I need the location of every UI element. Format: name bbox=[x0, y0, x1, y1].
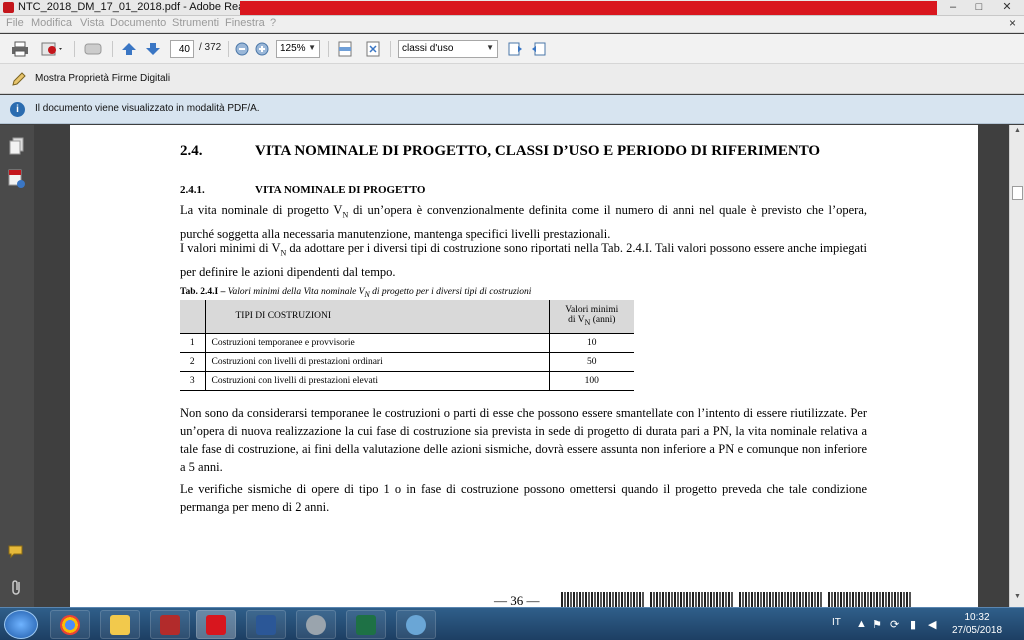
folder-icon bbox=[110, 615, 130, 635]
navigation-panel bbox=[0, 125, 34, 607]
taskbar-word[interactable] bbox=[246, 610, 286, 639]
language-indicator[interactable]: IT bbox=[832, 617, 841, 628]
table-row: 1 Costruzioni temporanee e provvisorie 1… bbox=[180, 333, 634, 353]
scrollbar-thumb[interactable] bbox=[1012, 186, 1023, 200]
signatures-bar: Mostra Proprietà Firme Digitali bbox=[0, 64, 1024, 94]
vertical-scrollbar[interactable]: ▲ ▼ bbox=[1009, 125, 1024, 607]
paint-icon bbox=[406, 615, 426, 635]
title-bar: NTC_2018_DM_17_01_2018.pdf - Adobe Reade… bbox=[0, 0, 1024, 16]
page-number-input[interactable] bbox=[170, 40, 194, 58]
hand-tool-icon[interactable] bbox=[82, 40, 104, 58]
menu-modifica[interactable]: Modifica bbox=[31, 17, 72, 29]
paragraph-3: Non sono da considerarsi temporanee le c… bbox=[180, 406, 867, 474]
zoom-select[interactable]: 125% ▼ bbox=[276, 40, 320, 58]
barcode bbox=[828, 592, 912, 607]
print-icon[interactable] bbox=[10, 40, 30, 58]
tray-sync-icon[interactable]: ⟳ bbox=[890, 618, 899, 631]
tray-volume-icon[interactable]: ◀ bbox=[928, 618, 936, 631]
table-caption: Tab. 2.4.I – Valori minimi della Vita no… bbox=[180, 287, 532, 299]
page-number-footer: — 36 — bbox=[494, 593, 540, 607]
document-view[interactable]: 2.4. VITA NOMINALE DI PROGETTO, CLASSI D… bbox=[34, 125, 1009, 607]
taskbar-excel[interactable] bbox=[346, 610, 386, 639]
info-icon: i bbox=[10, 102, 25, 117]
clock[interactable]: 10:32 27/05/2018 bbox=[947, 611, 1007, 637]
table-header-value: Valori minimi di VN (anni) bbox=[549, 300, 634, 334]
table-row: 3 Costruzioni con livelli di prestazioni… bbox=[180, 371, 634, 391]
taskbar-chrome[interactable] bbox=[50, 610, 90, 639]
find-select[interactable]: classi d'uso ▼ bbox=[398, 40, 498, 58]
pen-icon[interactable] bbox=[11, 71, 27, 87]
media-icon bbox=[160, 615, 180, 635]
menu-documento[interactable]: Documento bbox=[110, 17, 166, 29]
tray-flag-icon[interactable]: ⚑ bbox=[872, 618, 882, 631]
share-dropdown-icon[interactable] bbox=[40, 40, 66, 58]
barcode bbox=[739, 592, 823, 607]
taskbar-media[interactable] bbox=[150, 610, 190, 639]
attachments-panel-icon[interactable] bbox=[8, 169, 26, 188]
next-page-icon[interactable] bbox=[144, 40, 162, 58]
taskbar-pro[interactable] bbox=[296, 610, 336, 639]
minimize-button[interactable]: – bbox=[940, 0, 966, 15]
find-previous-icon[interactable] bbox=[506, 40, 524, 58]
previous-page-icon[interactable] bbox=[120, 40, 138, 58]
menu-finestra[interactable]: Finestra bbox=[225, 17, 265, 29]
word-icon bbox=[256, 615, 276, 635]
table-header-blank bbox=[180, 300, 205, 334]
subsection-number: 2.4.1. bbox=[180, 184, 205, 196]
app-icon bbox=[306, 615, 326, 635]
section-title: VITA NOMINALE DI PROGETTO, CLASSI D’USO … bbox=[255, 143, 821, 159]
find-value: classi d'uso bbox=[402, 43, 454, 54]
close-window-button[interactable]: ✕ bbox=[992, 0, 1022, 15]
menu-file[interactable]: File bbox=[6, 17, 24, 29]
zoom-in-icon[interactable] bbox=[254, 40, 270, 58]
fit-page-icon[interactable] bbox=[364, 40, 382, 58]
pdf-page: 2.4. VITA NOMINALE DI PROGETTO, CLASSI D… bbox=[70, 125, 978, 607]
fit-width-icon[interactable] bbox=[336, 40, 354, 58]
chrome-icon bbox=[60, 615, 80, 635]
service-life-table: TIPI DI COSTRUZIONI Valori minimi di VN (… bbox=[180, 300, 634, 391]
main-toolbar: / 372 125% ▼ classi d'uso ▼ bbox=[0, 34, 1024, 64]
title-highlight bbox=[240, 1, 937, 15]
adobe-reader-icon bbox=[206, 615, 226, 635]
zoom-value: 125% bbox=[280, 43, 306, 54]
page-total: / 372 bbox=[199, 42, 222, 53]
table-row: 2 Costruzioni con livelli di prestazioni… bbox=[180, 352, 634, 372]
zoom-out-icon[interactable] bbox=[234, 40, 250, 58]
comments-panel-icon[interactable] bbox=[8, 545, 26, 563]
tray-network-icon[interactable]: ▮ bbox=[910, 618, 916, 631]
find-next-icon[interactable] bbox=[530, 40, 548, 58]
window-title: NTC_2018_DM_17_01_2018.pdf - Adobe Reade… bbox=[18, 1, 261, 13]
close-document-icon[interactable]: × bbox=[1009, 16, 1016, 30]
attachment-paperclip-icon[interactable] bbox=[8, 578, 26, 596]
pages-panel-icon[interactable] bbox=[8, 137, 26, 155]
excel-icon bbox=[356, 615, 376, 635]
info-message: Il documento viene visualizzato in modal… bbox=[35, 103, 260, 114]
subsection-title: VITA NOMINALE DI PROGETTO bbox=[255, 184, 426, 196]
paragraph-4: Le verifiche sismiche di opere di tipo 1… bbox=[180, 482, 867, 514]
scroll-up-icon[interactable]: ▲ bbox=[1012, 127, 1023, 137]
menu-vista[interactable]: Vista bbox=[80, 17, 104, 29]
menu-bar: File Modifica Vista Documento Strumenti … bbox=[0, 16, 1024, 33]
barcode bbox=[561, 592, 645, 607]
taskbar-paint[interactable] bbox=[396, 610, 436, 639]
chevron-down-icon: ▼ bbox=[486, 43, 494, 52]
pdfa-info-bar: i Il documento viene visualizzato in mod… bbox=[0, 95, 1024, 124]
start-button[interactable] bbox=[4, 610, 38, 639]
adobe-reader-icon bbox=[3, 2, 14, 13]
tray-up-arrow-icon[interactable]: ▲ bbox=[856, 618, 867, 630]
table-header-type: TIPI DI COSTRUZIONI bbox=[204, 300, 550, 334]
scroll-down-icon[interactable]: ▼ bbox=[1012, 593, 1023, 603]
maximize-button[interactable]: □ bbox=[966, 0, 992, 15]
paragraph-2: I valori minimi di VN da adottare per i … bbox=[180, 241, 867, 279]
windows-taskbar: IT ▲ ⚑ ⟳ ▮ ◀ 10:32 27/05/2018 bbox=[0, 607, 1024, 640]
menu-help[interactable]: ? bbox=[270, 17, 276, 29]
taskbar-adobe-reader[interactable] bbox=[196, 610, 236, 639]
chevron-down-icon: ▼ bbox=[308, 43, 316, 52]
barcode bbox=[650, 592, 734, 607]
section-number: 2.4. bbox=[180, 143, 203, 159]
menu-strumenti[interactable]: Strumenti bbox=[172, 17, 219, 29]
paragraph-1: La vita nominale di progetto VN di un’op… bbox=[180, 203, 867, 241]
taskbar-explorer[interactable] bbox=[100, 610, 140, 639]
show-signature-properties[interactable]: Mostra Proprietà Firme Digitali bbox=[35, 73, 170, 84]
